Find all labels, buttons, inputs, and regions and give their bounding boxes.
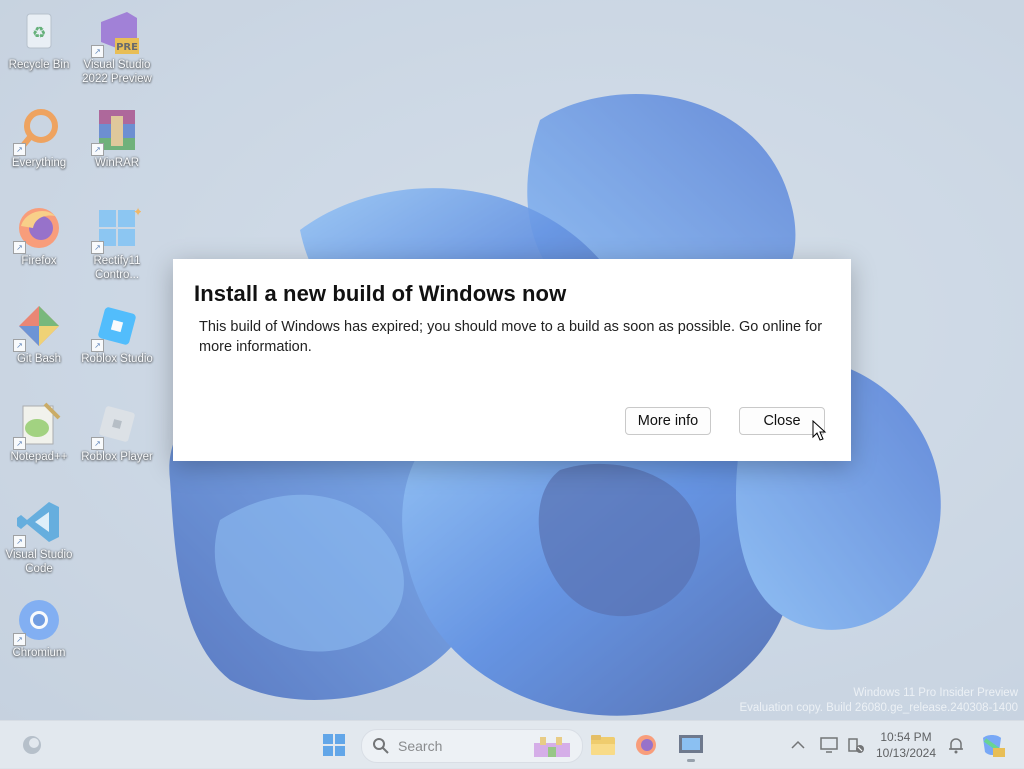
dialog-title: Install a new build of Windows now	[194, 281, 567, 306]
more-info-button[interactable]: More info	[625, 407, 711, 435]
dialog-message: This build of Windows has expired; you s…	[199, 319, 823, 355]
mouse-cursor-icon	[812, 420, 827, 441]
build-expired-dialog: Install a new build of Windows now This …	[173, 259, 851, 461]
